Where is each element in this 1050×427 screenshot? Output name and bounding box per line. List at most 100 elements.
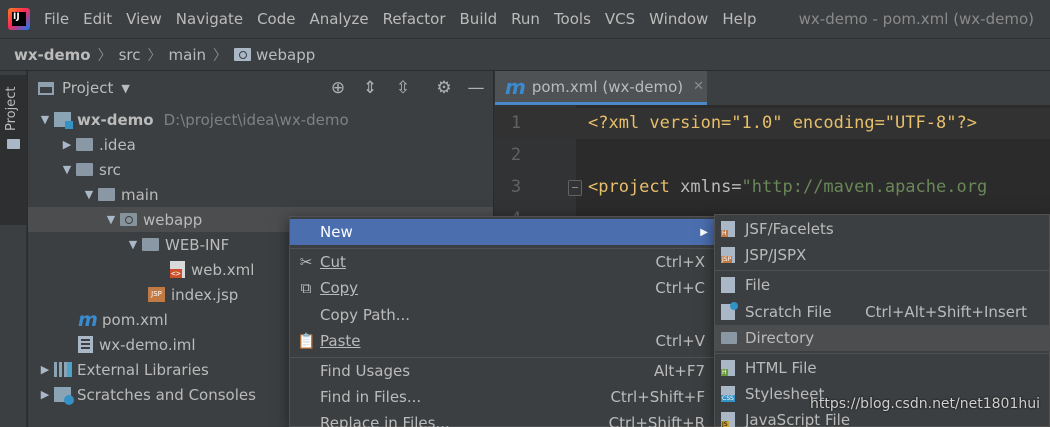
web-folder-icon	[120, 213, 137, 226]
xml-file-icon	[170, 261, 185, 278]
submenu-item-directory[interactable]: Directory	[715, 325, 1050, 351]
menu-item-label: Find in Files...	[320, 388, 422, 406]
scratches-icon	[54, 387, 74, 405]
menu-window[interactable]: Window	[649, 10, 708, 28]
menu-edit[interactable]: Edit	[83, 10, 112, 28]
tree-item-src[interactable]: ▼ src	[28, 157, 493, 182]
menu-refactor[interactable]: Refactor	[383, 10, 446, 28]
menu-item-shortcut: Ctrl+C	[655, 279, 705, 297]
folder-icon	[7, 139, 20, 149]
menu-item-replace-in-files[interactable]: Replace in Files... Ctrl+Shift+R	[290, 410, 714, 427]
folder-icon	[98, 188, 115, 201]
folder-icon	[76, 163, 93, 176]
menu-separator	[715, 270, 1049, 271]
menu-item-copy[interactable]: ⧉ Copy Ctrl+C	[290, 275, 714, 301]
collapse-all-icon[interactable]: ⇳	[393, 78, 413, 98]
submenu-item-scratch-file[interactable]: Scratch File Ctrl+Alt+Shift+Insert	[715, 299, 1050, 325]
project-window-icon	[38, 81, 54, 95]
tree-item-label: index.jsp	[171, 285, 239, 304]
menu-vcs[interactable]: VCS	[605, 10, 635, 28]
submenu-item-label: HTML File	[745, 359, 817, 377]
menu-item-cut[interactable]: ✂ Cut Ctrl+X	[290, 249, 714, 275]
submenu-item-label: Scratch File	[745, 303, 832, 321]
menu-item-shortcut: Ctrl+Shift+F	[610, 388, 705, 406]
menu-item-new[interactable]: New ▶	[290, 219, 714, 245]
locate-icon[interactable]: ⊕	[328, 78, 348, 98]
code-token-attr: xmlns=	[669, 177, 742, 197]
copy-icon: ⧉	[300, 279, 312, 297]
menu-item-paste[interactable]: 📋 Paste Ctrl+V	[290, 328, 714, 354]
css-file-icon	[721, 386, 738, 402]
menu-code[interactable]: Code	[257, 10, 295, 28]
gear-icon[interactable]: ⚙	[434, 78, 454, 98]
tree-item-path: D:\project\idea\wx-demo	[163, 110, 349, 129]
menu-item-shortcut: Ctrl+V	[655, 332, 705, 350]
fold-icon[interactable]	[568, 180, 582, 196]
folder-icon	[76, 138, 93, 151]
submenu-item-label: JSP/JSPX	[745, 246, 807, 264]
chevron-down-icon[interactable]: ▼	[124, 238, 142, 251]
menu-help[interactable]: Help	[722, 10, 756, 28]
close-icon[interactable]: ✕	[693, 79, 704, 94]
code-token-value: "http://maven.apache.org	[741, 177, 988, 197]
menu-item-copy-path[interactable]: Copy Path...	[290, 302, 714, 328]
chevron-right-icon[interactable]: ▶	[58, 138, 76, 151]
tree-item-main[interactable]: ▼ main	[28, 182, 493, 207]
menu-run[interactable]: Run	[511, 10, 540, 28]
chevron-right-icon[interactable]: ▶	[36, 388, 54, 401]
chevron-down-icon[interactable]: ▼	[58, 163, 76, 176]
menu-analyze[interactable]: Analyze	[309, 10, 368, 28]
breadcrumb-project[interactable]: wx-demo	[14, 46, 91, 64]
submenu-item-label: JSF/Facelets	[745, 220, 834, 238]
tree-item-idea[interactable]: ▶ .idea	[28, 132, 493, 157]
project-view-selector[interactable]: Project	[62, 79, 113, 97]
chevron-down-icon[interactable]: ▼	[121, 82, 129, 95]
chevron-down-icon[interactable]: ▼	[80, 188, 98, 201]
web-folder-icon	[234, 48, 251, 61]
editor-tabbar: m pom.xml (wx-demo) ✕	[494, 71, 1050, 105]
iml-file-icon	[78, 336, 93, 353]
menu-item-label: Paste	[320, 332, 361, 350]
code-line-1: <?xml version="1.0" encoding="UTF-8"?>	[588, 113, 977, 133]
window-title: wx-demo - pom.xml (wx-demo)	[798, 10, 1034, 28]
menu-navigate[interactable]: Navigate	[176, 10, 243, 28]
chevron-down-icon[interactable]: ▼	[102, 213, 120, 226]
breadcrumb-separator-icon: 〉	[147, 47, 162, 64]
jsf-file-icon	[721, 221, 738, 237]
tree-item-wx-demo[interactable]: ▼ wx-demo D:\project\idea\wx-demo	[28, 107, 493, 132]
submenu-item-jsf[interactable]: JSF/Facelets	[715, 216, 1050, 242]
tree-item-label: web.xml	[191, 260, 255, 279]
menu-item-find-in-files[interactable]: Find in Files... Ctrl+Shift+F	[290, 384, 714, 410]
scratch-file-icon	[721, 302, 738, 320]
expand-all-icon[interactable]: ⇕	[360, 78, 380, 98]
menu-item-label: Find Usages	[320, 362, 411, 380]
breadcrumb-separator-icon: 〉	[213, 47, 227, 64]
chevron-right-icon[interactable]: ▶	[36, 363, 54, 376]
menu-build[interactable]: Build	[460, 10, 498, 28]
breadcrumb-main[interactable]: main	[169, 46, 206, 64]
minimize-icon[interactable]: —	[466, 78, 486, 98]
menu-view[interactable]: View	[126, 10, 162, 28]
html-file-icon	[721, 360, 738, 376]
submenu-item-file[interactable]: File	[715, 272, 1050, 298]
menu-item-label: Copy Path...	[320, 306, 411, 324]
menu-file[interactable]: File	[44, 10, 69, 28]
menubar: IJ File Edit View Navigate Code Analyze …	[0, 0, 1050, 38]
menu-item-label: Cut	[320, 253, 346, 271]
menu-item-shortcut: Ctrl+Shift+R	[608, 414, 705, 427]
js-file-icon	[721, 412, 738, 427]
jsp-file-icon: JSP	[148, 287, 165, 302]
menu-item-find-usages[interactable]: Find Usages Alt+F7	[290, 358, 714, 384]
chevron-down-icon[interactable]: ▼	[36, 113, 54, 126]
breadcrumb-src[interactable]: src	[119, 46, 141, 64]
submenu-item-html-file[interactable]: HTML File	[715, 355, 1050, 381]
tree-item-label: webapp	[143, 210, 203, 229]
menu-tools[interactable]: Tools	[554, 10, 591, 28]
line-number: 3	[510, 177, 522, 197]
submenu-item-jsp[interactable]: JSP/JSPX	[715, 242, 1050, 268]
left-tool-strip: Project	[0, 71, 27, 427]
project-tool-tab[interactable]: Project	[0, 75, 27, 225]
tree-item-label: .idea	[99, 135, 136, 154]
tab-pom-xml[interactable]: m pom.xml (wx-demo) ✕	[495, 71, 707, 105]
breadcrumb-webapp[interactable]: webapp	[256, 46, 315, 64]
